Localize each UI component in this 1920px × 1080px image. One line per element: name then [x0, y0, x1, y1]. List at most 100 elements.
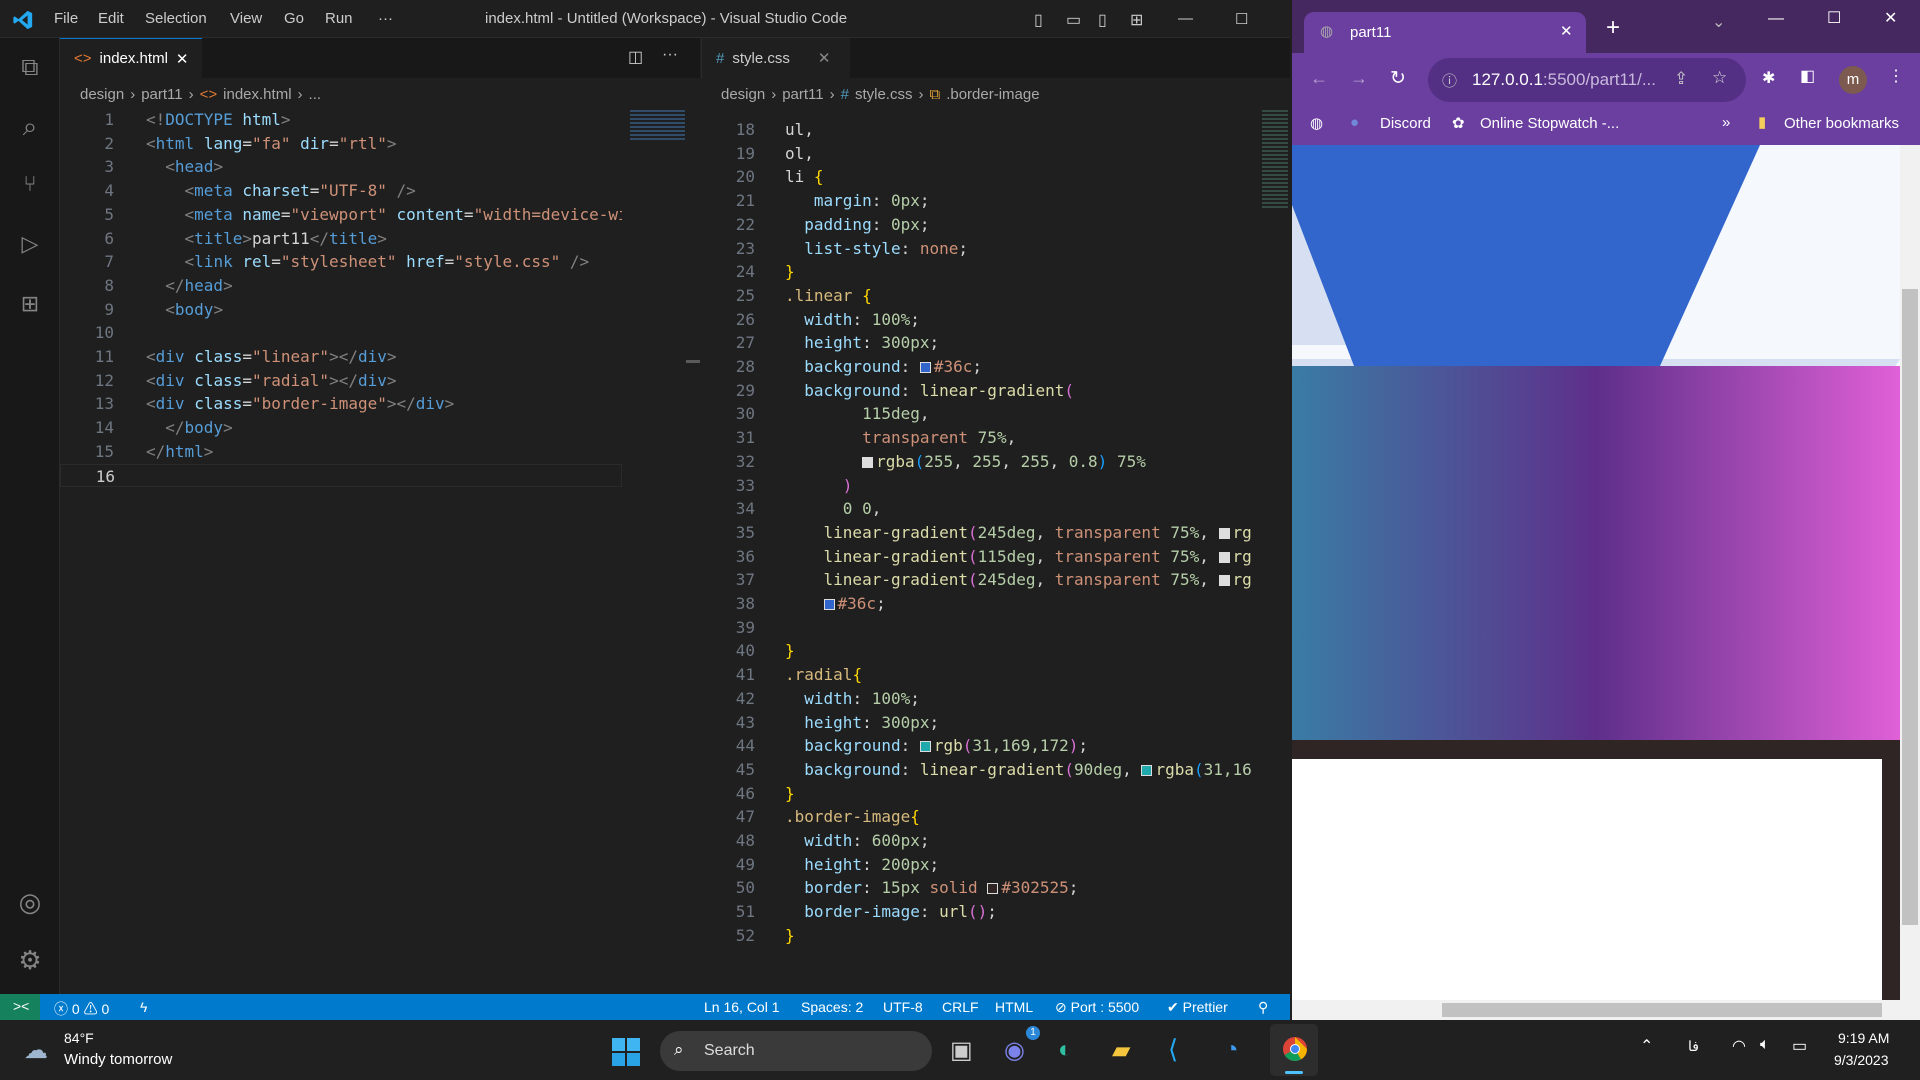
tab-index-html[interactable]: <> index.html ✕ — [60, 38, 203, 78]
code-line[interactable]: 10 — [60, 321, 622, 345]
code-line[interactable]: 33 ) — [701, 474, 1253, 498]
code-line[interactable]: 35 linear-gradient(245deg, transparent 7… — [701, 521, 1253, 545]
breadcrumb-item[interactable]: style.css — [855, 86, 913, 103]
vertical-scrollbar[interactable] — [1900, 145, 1920, 1000]
code-line[interactable]: 28 background: #36c; — [701, 355, 1253, 379]
teams-chat-icon[interactable]: ◉ — [1004, 1036, 1025, 1065]
menu-file[interactable]: File — [54, 10, 78, 27]
bookmark-stopwatch[interactable]: Online Stopwatch -... — [1480, 115, 1619, 132]
menu-view[interactable]: View — [230, 10, 262, 27]
code-line[interactable]: 25 .linear { — [701, 284, 1253, 308]
volume-icon[interactable]: 🔈︎ — [1760, 1036, 1770, 1054]
code-line[interactable]: 12 <div class="radial"></div> — [60, 369, 622, 393]
code-line[interactable]: 30 115deg, — [701, 402, 1253, 426]
color-swatch[interactable] — [919, 362, 931, 373]
menu-go[interactable]: Go — [284, 10, 304, 27]
errors-count[interactable]: ⓧ 0 ⚠ 0 — [54, 999, 109, 1019]
lightning-icon[interactable]: ϟ — [140, 999, 147, 1015]
battery-icon[interactable]: ▭ — [1792, 1036, 1807, 1056]
code-line[interactable]: 29 background: linear-gradient( — [701, 379, 1253, 403]
back-icon[interactable]: ← — [1310, 68, 1328, 89]
code-line[interactable]: 15 </html> — [60, 440, 622, 464]
reload-icon[interactable]: ↻ — [1390, 67, 1406, 90]
split-editor-icon[interactable]: ◫ — [628, 47, 643, 67]
close-window-button[interactable]: ✕ — [1884, 8, 1897, 28]
bookmark-star-icon[interactable]: ☆ — [1712, 68, 1727, 88]
tab-style-css[interactable]: # style.css ✕ — [702, 38, 850, 78]
site-info-icon[interactable]: ⓘ — [1442, 70, 1457, 91]
language-mode[interactable]: HTML — [995, 999, 1033, 1015]
breadcrumb-item[interactable]: index.html — [223, 86, 291, 103]
code-line[interactable]: 9 <body> — [60, 298, 622, 322]
code-line[interactable]: 50 border: 15px solid #302525; — [701, 876, 1253, 900]
layout-sidebar-icon[interactable]: ▯ — [1034, 10, 1043, 30]
code-line[interactable]: 5 <meta name="viewport" content="width=d… — [60, 203, 622, 227]
code-line[interactable]: 7 <link rel="stylesheet" href="style.css… — [60, 250, 622, 274]
code-line[interactable]: 38 #36c; — [701, 592, 1253, 616]
scrollbar-thumb[interactable] — [686, 360, 700, 363]
weather-text[interactable]: Windy tomorrow — [64, 1051, 172, 1068]
taskbar-search[interactable]: ⌕ Search — [660, 1031, 932, 1071]
chrome-taskbar-button[interactable] — [1270, 1024, 1318, 1076]
profile-avatar[interactable]: m — [1839, 66, 1867, 94]
code-line[interactable]: 32 rgba(255, 255, 255, 0.8) 75% — [701, 450, 1253, 474]
side-panel-icon[interactable]: ◧ — [1800, 66, 1815, 86]
code-line[interactable]: 41 .radial{ — [701, 663, 1253, 687]
maximize-button[interactable]: ☐ — [1235, 10, 1248, 28]
code-line[interactable]: 11 <div class="linear"></div> — [60, 345, 622, 369]
chrome-menu-icon[interactable]: ⋮ — [1888, 66, 1904, 86]
code-line[interactable]: 4 <meta charset="UTF-8" /> — [60, 179, 622, 203]
html-editor[interactable]: 1 <!DOCTYPE html> 2 <html lang="fa" dir="rt… — [60, 108, 622, 994]
app-taskbar-icon[interactable]: ◔ — [1224, 1036, 1239, 1064]
code-line[interactable]: 18 ul, — [701, 118, 1253, 142]
close-tab-icon[interactable]: ✕ — [1560, 22, 1573, 40]
edge-icon[interactable]: ◐ — [1058, 1036, 1073, 1064]
clock-time[interactable]: 9:19 AM — [1838, 1030, 1889, 1046]
code-line[interactable]: 44 background: rgb(31,169,172); — [701, 734, 1253, 758]
code-line[interactable]: 1 <!DOCTYPE html> — [60, 108, 622, 132]
settings-gear-icon[interactable]: ⚙ — [14, 944, 46, 976]
code-line[interactable]: 48 width: 600px; — [701, 829, 1253, 853]
customize-layout-icon[interactable]: ⊞ — [1130, 10, 1143, 30]
cursor-position[interactable]: Ln 16, Col 1 — [704, 999, 780, 1015]
layout-secondary-icon[interactable]: ▯ — [1098, 10, 1107, 30]
address-bar[interactable]: ⓘ 127.0.0.1:5500/part11/... ⇪ ☆ — [1428, 58, 1746, 102]
code-line[interactable]: 37 linear-gradient(245deg, transparent 7… — [701, 568, 1253, 592]
css-editor[interactable]: 18 ul, 19 ol, 20 li {21 margin: 0px; 22 paddin… — [701, 118, 1253, 994]
line-ending[interactable]: CRLF — [942, 999, 979, 1015]
color-swatch[interactable] — [1218, 527, 1230, 539]
other-bookmarks[interactable]: Other bookmarks — [1784, 115, 1899, 132]
more-actions-icon[interactable]: ··· — [662, 46, 678, 64]
menu-selection[interactable]: Selection — [145, 10, 207, 27]
task-view-icon[interactable]: ▣ — [950, 1036, 973, 1065]
color-swatch[interactable] — [1218, 551, 1230, 563]
code-line[interactable]: 39 — [701, 616, 1253, 640]
minimap[interactable] — [1262, 110, 1288, 210]
windows-start-icon[interactable] — [612, 1038, 640, 1066]
code-line[interactable]: 2 <html lang="fa" dir="rtl"> — [60, 132, 622, 156]
live-server-port[interactable]: ⊘ Port : 5500 — [1055, 999, 1139, 1016]
code-line[interactable]: 6 <title>part11</title> — [60, 227, 622, 251]
code-line[interactable]: 42 width: 100%; — [701, 687, 1253, 711]
code-line[interactable]: 45 background: linear-gradient(90deg, rg… — [701, 758, 1253, 782]
close-tab-icon[interactable]: ✕ — [176, 50, 189, 68]
breadcrumb-item[interactable]: ... — [309, 86, 322, 103]
clock-date[interactable]: 9/3/2023 — [1834, 1052, 1889, 1068]
forward-icon[interactable]: → — [1350, 68, 1368, 89]
code-line[interactable]: 8 </head> — [60, 274, 622, 298]
code-line[interactable]: 3 <head> — [60, 155, 622, 179]
layout-panel-icon[interactable]: ▭ — [1066, 10, 1081, 30]
code-line[interactable]: 34 0 0, — [701, 497, 1253, 521]
code-line[interactable]: 24} — [701, 260, 1253, 284]
code-line[interactable]: 13 <div class="border-image"></div> — [60, 392, 622, 416]
accounts-icon[interactable]: ◎ — [14, 886, 46, 918]
code-line[interactable]: 26 width: 100%; — [701, 308, 1253, 332]
explorer-icon[interactable]: ⧉ — [14, 52, 46, 84]
extensions-icon[interactable]: ✱ — [1762, 68, 1775, 88]
color-swatch[interactable] — [987, 883, 999, 895]
browser-tab[interactable]: ◍ part11 ✕ — [1304, 12, 1586, 53]
color-swatch[interactable] — [862, 456, 874, 468]
breadcrumb-item[interactable]: .border-image — [946, 86, 1039, 103]
code-line[interactable]: 14 </body> — [60, 416, 622, 440]
code-line[interactable]: 20 li { — [701, 165, 1253, 189]
